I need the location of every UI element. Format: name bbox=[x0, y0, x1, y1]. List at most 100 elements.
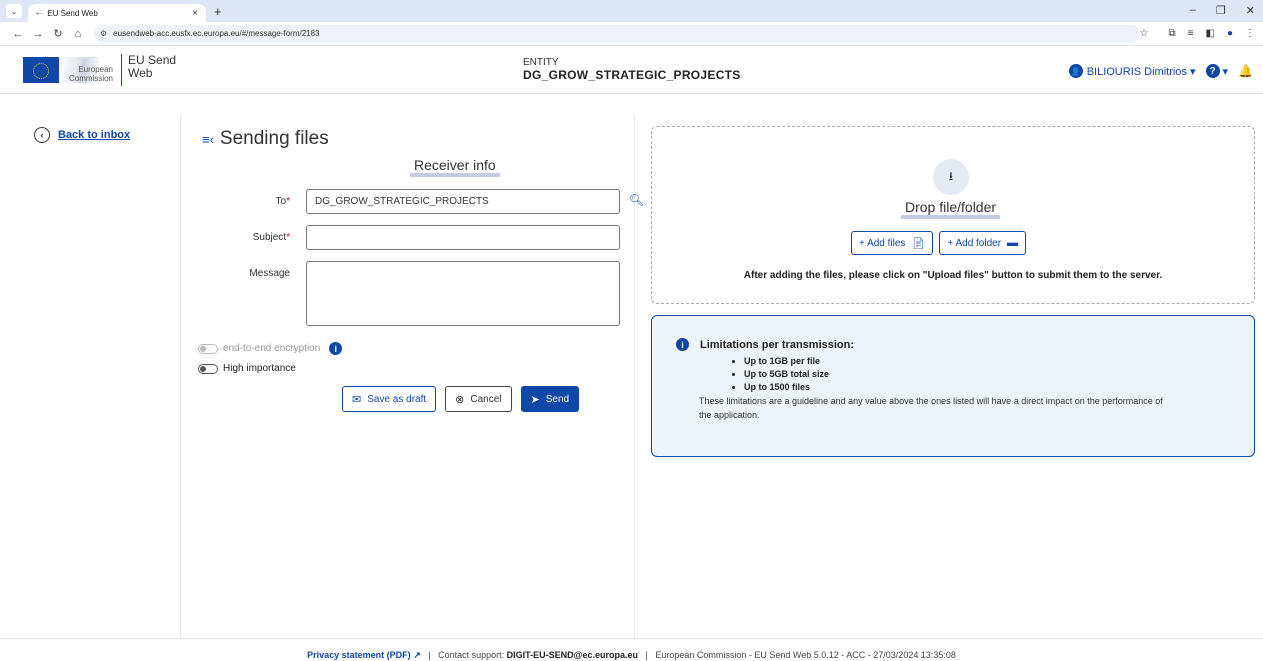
logo-divider bbox=[121, 53, 123, 86]
limitations-description: These limitations are a guideline and an… bbox=[699, 396, 1163, 420]
browser-tab-bar: ⌄ •– EU Send Web × + – ❐ ✕ bbox=[0, 0, 1263, 22]
folder-icon: ▬ bbox=[1007, 237, 1019, 249]
to-required-mark: * bbox=[286, 196, 290, 207]
url-field[interactable]: ⚙ eusendweb-acc.eusfx.ec.europa.eu/#/mes… bbox=[94, 24, 1140, 43]
org-name-line1: European bbox=[78, 64, 114, 74]
tab-close-icon[interactable]: × bbox=[192, 8, 198, 19]
list-item: Up to 5GB total size bbox=[744, 368, 1254, 381]
restore-icon[interactable]: ❐ bbox=[1216, 4, 1226, 17]
to-label: To* bbox=[198, 189, 306, 207]
help-caret-icon: ▾ bbox=[1222, 65, 1229, 78]
section-title: Receiver info bbox=[410, 157, 500, 177]
encryption-toggle[interactable] bbox=[198, 343, 218, 354]
subject-field[interactable] bbox=[306, 225, 620, 250]
page-title: ≡‹ Sending files bbox=[202, 128, 329, 150]
collapse-menu-icon[interactable]: ≡‹ bbox=[202, 132, 214, 147]
user-name: BILIOURIS Dimitrios ▾ bbox=[1086, 65, 1196, 78]
drop-buttons: + Add files 📄︎ + Add folder ▬ bbox=[851, 231, 1027, 255]
send-icon: ➤ bbox=[530, 393, 540, 406]
help-icon: ? bbox=[1205, 64, 1220, 78]
upload-note: After adding the files, please click on … bbox=[743, 270, 1163, 281]
save-draft-button[interactable]: ✉ Save as draft bbox=[342, 386, 437, 412]
minimize-icon[interactable]: – bbox=[1190, 4, 1196, 17]
send-label: Send bbox=[545, 393, 570, 405]
forward-arrow-icon[interactable]: → bbox=[28, 28, 48, 40]
subject-label-text: Subject bbox=[252, 232, 287, 243]
to-row: To* DG_GROW_STRATEGIC_PROJECTS 🔍︎ bbox=[198, 189, 644, 214]
upload-icon: ⭳ bbox=[933, 159, 969, 195]
search-recipient-icon[interactable]: 🔍︎ bbox=[629, 193, 644, 207]
bookmark-star-icon[interactable]: ☆ bbox=[1140, 28, 1149, 39]
encryption-info-icon[interactable]: i bbox=[329, 342, 343, 355]
privacy-link-text: Privacy statement (PDF) bbox=[307, 650, 411, 660]
entity-label: ENTITY bbox=[523, 57, 559, 68]
ec-logo[interactable]: European Commission bbox=[23, 56, 113, 83]
footer: Privacy statement (PDF) ↗ | Contact supp… bbox=[0, 638, 1263, 660]
home-icon[interactable]: ⌂ bbox=[68, 28, 88, 40]
browser-menu-icon[interactable]: ⋮ bbox=[1245, 28, 1255, 39]
user-area: 👤 BILIOURIS Dimitrios ▾ ? ▾ 🔔 bbox=[1068, 64, 1253, 78]
app-header: European Commission EU Send Web ENTITY D… bbox=[0, 46, 1263, 94]
back-label: Back to inbox bbox=[58, 129, 131, 141]
send-button[interactable]: ➤ Send bbox=[520, 386, 580, 412]
contact-prefix: Contact support: bbox=[438, 650, 505, 660]
entity-value: DG_GROW_STRATEGIC_PROJECTS bbox=[523, 68, 741, 82]
new-tab-icon[interactable]: + bbox=[214, 4, 222, 19]
limitations-title-text: Limitations per transmission: bbox=[700, 338, 855, 351]
message-field[interactable] bbox=[306, 261, 620, 326]
file-icon: 📄︎ bbox=[911, 237, 926, 250]
add-folder-label: + Add folder bbox=[947, 237, 1002, 249]
notification-bell-icon[interactable]: 🔔 bbox=[1238, 64, 1253, 78]
profile-icon[interactable]: ● bbox=[1227, 28, 1233, 39]
cancel-button[interactable]: ⊗ Cancel bbox=[445, 386, 512, 412]
add-files-label: + Add files bbox=[859, 237, 906, 249]
org-name: European Commission bbox=[69, 65, 113, 83]
browser-toolbar-right: ☆ ⧉ ≡ ◧ ● ⋮ bbox=[1140, 28, 1255, 39]
page-title-text: Sending files bbox=[219, 128, 329, 149]
form-actions: ✉ Save as draft ⊗ Cancel ➤ Send bbox=[342, 386, 580, 412]
encryption-toggle-row: end-to-end encryption i bbox=[198, 342, 343, 355]
importance-toggle[interactable] bbox=[198, 363, 218, 374]
subject-label: Subject* bbox=[198, 225, 306, 243]
app-name-line2: Web bbox=[128, 65, 153, 80]
back-arrow-icon[interactable]: ← bbox=[8, 28, 28, 40]
side-panel-icon[interactable]: ◧ bbox=[1206, 28, 1215, 39]
external-link-icon: ↗ bbox=[413, 650, 421, 660]
user-icon: 👤 bbox=[1068, 64, 1083, 78]
reload-icon[interactable]: ↻ bbox=[48, 27, 68, 40]
save-draft-label: Save as draft bbox=[367, 393, 427, 405]
privacy-link[interactable]: Privacy statement (PDF) ↗ bbox=[307, 650, 421, 660]
cancel-label: Cancel bbox=[470, 393, 502, 405]
app-name-line1: EU Send bbox=[128, 52, 177, 67]
left-nav: ‹ Back to inbox bbox=[0, 115, 181, 638]
back-to-inbox-link[interactable]: ‹ Back to inbox bbox=[34, 127, 130, 143]
add-folder-button[interactable]: + Add folder ▬ bbox=[939, 231, 1027, 255]
eu-flag-icon bbox=[23, 56, 59, 83]
user-menu[interactable]: 👤 BILIOURIS Dimitrios ▾ bbox=[1068, 64, 1196, 78]
message-row: Message bbox=[198, 261, 620, 326]
info-icon: i bbox=[676, 338, 689, 351]
tab-favicon-icon: •– bbox=[36, 8, 44, 18]
contact-email-link[interactable]: DIGIT-EU-SEND@ec.europa.eu bbox=[507, 650, 638, 660]
extensions-icon[interactable]: ⧉ bbox=[1169, 28, 1176, 39]
footer-separator: | bbox=[645, 650, 648, 660]
reading-list-icon[interactable]: ≡ bbox=[1188, 28, 1194, 39]
importance-label: High importance bbox=[223, 363, 296, 374]
close-window-icon[interactable]: ✕ bbox=[1246, 4, 1255, 17]
limitations-panel: i Limitations per transmission: Up to 1G… bbox=[651, 315, 1255, 457]
drop-zone[interactable]: ⭳ Drop file/folder + Add files 📄︎ + Add … bbox=[651, 126, 1255, 304]
tab-search-icon[interactable]: ⌄ bbox=[6, 4, 22, 18]
footer-separator: | bbox=[428, 650, 431, 660]
to-field[interactable]: DG_GROW_STRATEGIC_PROJECTS bbox=[306, 189, 620, 214]
help-menu[interactable]: ? ▾ bbox=[1205, 64, 1229, 78]
to-label-text: To bbox=[275, 196, 287, 207]
org-name-line2: Commission bbox=[69, 73, 114, 83]
site-settings-icon[interactable]: ⚙ bbox=[100, 29, 107, 38]
app-name: EU Send Web bbox=[128, 52, 177, 80]
add-files-button[interactable]: + Add files 📄︎ bbox=[851, 231, 934, 255]
browser-tab[interactable]: •– EU Send Web × bbox=[28, 4, 206, 22]
encryption-label: end-to-end encryption bbox=[223, 343, 321, 354]
drop-title: Drop file/folder bbox=[901, 200, 1001, 219]
entity-block: ENTITY DG_GROW_STRATEGIC_PROJECTS bbox=[523, 57, 741, 83]
limitations-list: Up to 1GB per file Up to 5GB total size … bbox=[744, 355, 1254, 394]
